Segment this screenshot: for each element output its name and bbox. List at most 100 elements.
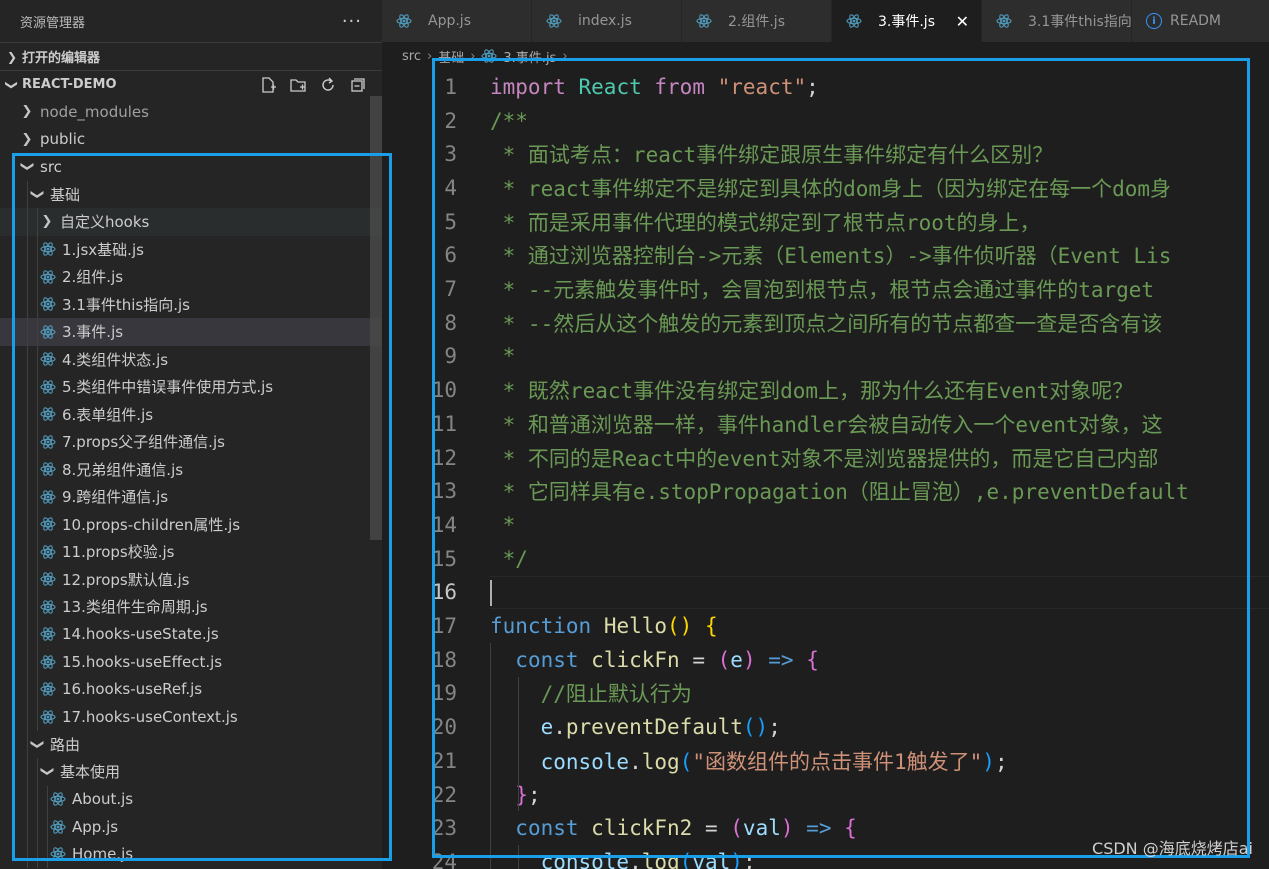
line-number: 13 [431, 479, 457, 504]
indent-guide [27, 538, 28, 566]
react-icon [50, 791, 72, 807]
refresh-icon[interactable] [318, 75, 338, 95]
tree-file[interactable]: 3.事件.js [0, 318, 382, 346]
code-line[interactable]: 6 * 通过浏览器控制台->元素（Elements）->事件侦听器（Event … [382, 239, 1269, 273]
tree-folder[interactable]: ❯ public [0, 126, 382, 154]
code-line[interactable]: 4 * react事件绑定不是绑定到具体的dom身上（因为绑定在每一个dom身 [382, 171, 1269, 205]
code-line[interactable]: 5 * 而是采用事件代理的模式绑定到了根节点root的身上， [382, 205, 1269, 239]
code-line[interactable]: 1 import React from "react"; [382, 70, 1269, 104]
tree-file[interactable]: 9.跨组件通信.js [0, 483, 382, 511]
sidebar-scrollbar[interactable] [370, 96, 382, 540]
code-text: const clickFn2 = (val) => { [515, 816, 857, 841]
breadcrumb-item[interactable]: 3.事件.js [503, 47, 556, 66]
tree-file[interactable]: 12.props默认值.js [0, 565, 382, 593]
tree-folder[interactable]: ❯ 路由 [0, 730, 382, 758]
tree-file[interactable]: 14.hooks-useState.js [0, 620, 382, 648]
tree-item-label: 2.组件.js [62, 268, 124, 287]
code-editor[interactable]: 1 import React from "react"; 2 /** 3 * 面试考点：… [382, 70, 1269, 869]
new-file-icon[interactable] [258, 75, 278, 95]
tree-folder[interactable]: ❯ 自定义hooks [0, 208, 382, 236]
code-line[interactable]: 17 function Hello() { [382, 609, 1269, 643]
tree-item-label: Home.js [72, 845, 134, 864]
tree-file[interactable]: 3.1事件this指向.js [0, 290, 382, 318]
tree-file[interactable]: 4.类组件状态.js [0, 345, 382, 373]
tree-file[interactable]: 10.props-children属性.js [0, 510, 382, 538]
breadcrumb-item[interactable]: ... [574, 49, 586, 64]
react-icon [50, 846, 72, 862]
code-text: import React from "react"; [490, 74, 819, 99]
collapse-all-icon[interactable] [348, 75, 368, 95]
code-line[interactable]: 22 }; [382, 778, 1269, 812]
code-line[interactable]: 10 * 既然react事件没有绑定到dom上，那为什么还有Event对象呢？ [382, 373, 1269, 407]
tab-label: 3.事件.js [878, 14, 935, 30]
indent-guide [37, 538, 38, 566]
tree-folder[interactable]: ❯ 基本使用 [0, 758, 382, 786]
react-icon [481, 48, 497, 64]
code-line[interactable]: 19 //阻止默认行为 [382, 677, 1269, 711]
tree-file[interactable]: 13.类组件生命周期.js [0, 593, 382, 621]
tree-file[interactable]: 5.类组件中错误事件使用方式.js [0, 373, 382, 401]
indent-guide [37, 318, 38, 346]
tree-folder[interactable]: ❯ node_modules [0, 98, 382, 126]
tree-item-label: 5.类组件中错误事件使用方式.js [62, 378, 274, 397]
code-text: * 不同的是React中的event对象不是浏览器提供的，而是它自己内部 [490, 446, 1159, 471]
code-line[interactable]: 18 const clickFn = (e) => { [382, 643, 1269, 677]
tree-item-label: 路由 [50, 735, 81, 754]
code-line[interactable]: 15 */ [382, 542, 1269, 576]
tree-file[interactable]: 6.表单组件.js [0, 400, 382, 428]
line-number: 7 [444, 277, 457, 302]
tree-file[interactable]: 7.props父子组件通信.js [0, 428, 382, 456]
tree-file[interactable]: 2.组件.js [0, 263, 382, 291]
more-actions-icon[interactable]: ··· [342, 11, 362, 32]
code-text: * [490, 344, 516, 369]
close-icon[interactable]: ✕ [956, 12, 969, 31]
code-text: }; [515, 782, 541, 807]
code-line[interactable]: 21 console.log("函数组件的点击事件1触发了"); [382, 744, 1269, 778]
code-line[interactable]: 7 * --元素触发事件时，会冒泡到根节点，根节点会通过事件的target [382, 272, 1269, 306]
tree-file[interactable]: 1.jsx基础.js [0, 235, 382, 263]
code-text: * 它同样具有e.stopPropagation（阻止冒泡）,e.prevent… [490, 480, 1189, 505]
code-line[interactable]: 12 * 不同的是React中的event对象不是浏览器提供的，而是它自己内部 [382, 441, 1269, 475]
tree-folder[interactable]: ❯ src [0, 153, 382, 181]
react-icon [40, 434, 62, 450]
indent-guide [37, 648, 38, 676]
tree-file[interactable]: 11.props校验.js [0, 538, 382, 566]
code-line[interactable]: 9 * [382, 340, 1269, 374]
tree-file[interactable]: 16.hooks-useRef.js [0, 675, 382, 703]
tree-item-label: App.js [72, 817, 119, 836]
line-number: 4 [444, 175, 457, 200]
editor-tab[interactable]: index.js [532, 0, 682, 42]
tree-item-label: src [40, 157, 62, 176]
tree-file[interactable]: 15.hooks-useEffect.js [0, 648, 382, 676]
open-editors-section[interactable]: ❯ 打开的编辑器 [0, 42, 382, 70]
tree-file[interactable]: 17.hooks-useContext.js [0, 703, 382, 731]
code-line[interactable]: 13 * 它同样具有e.stopPropagation（阻止冒泡）,e.prev… [382, 474, 1269, 508]
tree-file[interactable]: 8.兄弟组件通信.js [0, 455, 382, 483]
editor-tab[interactable]: 3.1事件this指向.js [982, 0, 1147, 42]
line-number: 10 [431, 378, 457, 403]
code-line[interactable]: 11 * 和普通浏览器一样，事件handler会被自动传入一个event对象，这 [382, 407, 1269, 441]
react-icon [40, 461, 62, 477]
code-line[interactable]: 3 * 面试考点：react事件绑定跟原生事件绑定有什么区别？ [382, 137, 1269, 171]
breadcrumb-item[interactable]: src [402, 49, 421, 64]
project-section[interactable]: ❯ REACT-DEMO [0, 70, 382, 98]
indent-guide [518, 845, 519, 869]
code-line[interactable]: 8 * --然后从这个触发的元素到顶点之间所有的节点都查一查是否含有该 [382, 306, 1269, 340]
indent-guide [27, 345, 28, 373]
code-line[interactable]: 16 [382, 576, 1269, 610]
editor-tab[interactable]: App.js [382, 0, 532, 42]
new-folder-icon[interactable] [288, 75, 308, 95]
line-number: 20 [431, 715, 457, 740]
tree-file[interactable]: App.js [0, 813, 382, 841]
editor-tab[interactable]: 3.事件.js ✕ [832, 0, 982, 42]
tree-file[interactable]: About.js [0, 785, 382, 813]
code-line[interactable]: 14 * [382, 508, 1269, 542]
editor-tab[interactable]: i READM [1132, 0, 1269, 42]
code-line[interactable]: 20 e.preventDefault(); [382, 710, 1269, 744]
code-line[interactable]: 2 /** [382, 104, 1269, 138]
tree-folder[interactable]: ❯ 基础 [0, 180, 382, 208]
breadcrumb-item[interactable]: 基础 [438, 47, 464, 66]
editor-tab[interactable]: 2.组件.js [682, 0, 832, 42]
tree-file[interactable]: Home.js [0, 840, 382, 868]
react-icon [40, 296, 62, 312]
